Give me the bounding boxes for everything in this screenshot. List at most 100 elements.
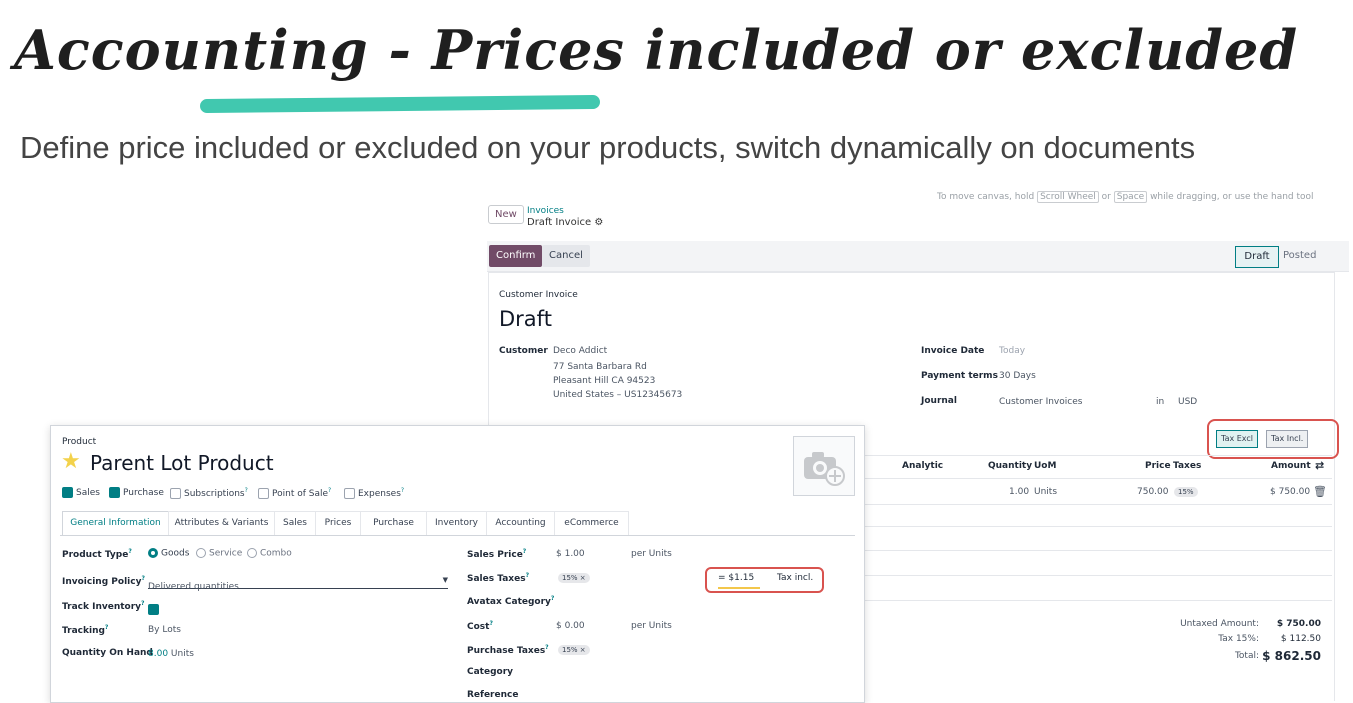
tax-incl-button[interactable]: Tax Incl. [1266, 430, 1309, 448]
tax-incl-underline [718, 587, 760, 589]
product-name[interactable]: Parent Lot Product [90, 451, 274, 475]
line-tax-badge[interactable]: 15% [1174, 487, 1198, 497]
checkbox-subscriptions[interactable]: Subscriptions? [170, 487, 248, 499]
total-label: Total: [1234, 651, 1259, 661]
untaxed-value: $ 750.00 [1276, 619, 1321, 629]
col-quantity: Quantity [988, 461, 1033, 471]
radio-combo[interactable]: Combo [247, 548, 292, 559]
cost-unit: per Units [631, 621, 672, 631]
tracking-label: Tracking? [62, 624, 109, 636]
customer-line-4: United States – US12345673 [553, 390, 683, 400]
journal-field[interactable]: Customer Invoices [999, 397, 1082, 407]
cost-label: Cost? [467, 620, 493, 632]
invoice-date-label: Invoice Date [921, 346, 985, 356]
title-underline-stroke [199, 94, 601, 114]
chevron-down-icon: ▼ [442, 576, 448, 584]
new-button[interactable]: New [488, 205, 524, 224]
tab-attributes-variants[interactable]: Attributes & Variants [168, 511, 275, 535]
doc-type: Customer Invoice [499, 290, 578, 300]
line-price[interactable]: 750.00 [1137, 487, 1169, 497]
tax-incl-highlight: = $1.15 Tax incl. [705, 567, 824, 593]
col-analytic: Analytic [902, 461, 944, 471]
product-tabs: General Information Attributes & Variant… [60, 511, 855, 536]
cost-field[interactable]: $ 0.00 [556, 621, 585, 631]
gear-icon[interactable]: ⚙ [594, 217, 603, 228]
radio-service[interactable]: Service [196, 548, 242, 559]
payment-terms-field[interactable]: 30 Days [999, 371, 1036, 381]
in-label: in [1156, 397, 1165, 407]
tab-general-information[interactable]: General Information [62, 511, 169, 535]
checkbox-purchase[interactable]: Purchase [109, 487, 164, 498]
product-image-placeholder[interactable] [793, 436, 855, 496]
product-type-label: Product Type? [62, 548, 132, 560]
invoicing-policy-select[interactable]: Delivered quantities ▼ [148, 574, 448, 592]
line-amount: $ 750.00 [1270, 487, 1311, 497]
col-price: Price [1145, 461, 1171, 471]
trash-icon[interactable]: 🗑 [1313, 485, 1327, 498]
checkbox-expenses[interactable]: Expenses? [344, 487, 404, 499]
checkbox-sales[interactable]: Sales [62, 487, 100, 498]
stage-posted[interactable]: Posted [1283, 246, 1316, 266]
customer-line-1[interactable]: Deco Addict [553, 346, 607, 356]
sales-price-field[interactable]: $ 1.00 [556, 549, 585, 559]
camera-plus-icon [804, 452, 845, 486]
tab-inventory[interactable]: Inventory [426, 511, 487, 535]
line-uom[interactable]: Units [1034, 487, 1057, 497]
col-amount: Amount [1271, 461, 1311, 471]
cancel-button[interactable]: Cancel [542, 245, 590, 267]
product-window: Product ★ Parent Lot Product Sales Purch… [50, 425, 865, 703]
tab-accounting[interactable]: Accounting [486, 511, 555, 535]
sales-price-label: Sales Price? [467, 548, 527, 560]
tax-incl-label: Tax incl. [777, 573, 814, 583]
slide-title: Accounting - Prices included or excluded [14, 18, 1299, 82]
qty-on-hand-value[interactable]: 8.00 Units [148, 649, 194, 659]
customer-line-3: Pleasant Hill CA 94523 [553, 376, 656, 386]
confirm-button[interactable]: Confirm [489, 245, 543, 267]
doc-name: Draft [499, 307, 552, 331]
purchase-tax-tag[interactable]: 15% × [558, 645, 590, 655]
radio-goods[interactable]: Goods [148, 548, 189, 559]
track-inventory-checkbox[interactable] [148, 599, 162, 618]
tax-label: Tax 15%: [1218, 634, 1259, 644]
tax-excl-button[interactable]: Tax Excl [1216, 430, 1259, 448]
breadcrumb-current: Draft Invoice ⚙ [527, 217, 604, 228]
tab-sales[interactable]: Sales [274, 511, 316, 535]
canvas-hint: To move canvas, hold Scroll Wheel or Spa… [937, 191, 1314, 203]
column-settings-icon[interactable]: ⇄ [1315, 459, 1324, 472]
invoicing-policy-label: Invoicing Policy? [62, 575, 145, 587]
tab-purchase[interactable]: Purchase [360, 511, 427, 535]
category-label: Category [467, 667, 514, 677]
col-uom: UoM [1034, 461, 1057, 471]
sales-taxes-label: Sales Taxes? [467, 572, 530, 584]
tax-value: $ 112.50 [1280, 634, 1321, 644]
track-inventory-label: Track Inventory? [62, 600, 145, 612]
customer-label: Customer [499, 346, 548, 356]
purchase-taxes-label: Purchase Taxes? [467, 644, 549, 656]
line-quantity[interactable]: 1.00 [1009, 487, 1029, 497]
reference-label: Reference [467, 690, 519, 700]
tab-prices[interactable]: Prices [315, 511, 361, 535]
qty-on-hand-label: Quantity On Hand [62, 648, 153, 658]
payment-terms-label: Payment terms [921, 371, 998, 381]
breadcrumb-invoices[interactable]: Invoices [527, 206, 564, 216]
tax-toggle-highlight: Tax Excl Tax Incl. [1207, 419, 1339, 459]
avatax-label: Avatax Category? [467, 595, 555, 607]
stage-draft[interactable]: Draft [1235, 246, 1279, 268]
invoice-date-field[interactable]: Today [999, 346, 1025, 356]
tax-incl-price: = $1.15 [718, 573, 755, 583]
sales-tax-tag[interactable]: 15% × [558, 573, 590, 583]
col-taxes: Taxes [1173, 461, 1202, 471]
star-icon[interactable]: ★ [61, 449, 81, 474]
sales-price-unit: per Units [631, 549, 672, 559]
untaxed-label: Untaxed Amount: [1180, 619, 1259, 629]
slide-subtitle: Define price included or excluded on you… [20, 130, 1196, 165]
tracking-value[interactable]: By Lots [148, 625, 181, 635]
currency-field[interactable]: USD [1178, 397, 1197, 407]
journal-label: Journal [921, 396, 957, 406]
product-section-label: Product [62, 437, 97, 447]
checkbox-point-of-sale[interactable]: Point of Sale? [258, 487, 331, 499]
total-value: $ 862.50 [1262, 649, 1321, 663]
tab-ecommerce[interactable]: eCommerce [554, 511, 629, 535]
customer-line-2: 77 Santa Barbara Rd [553, 362, 647, 372]
status-toolbar: Confirm Cancel Draft Posted [487, 241, 1349, 272]
